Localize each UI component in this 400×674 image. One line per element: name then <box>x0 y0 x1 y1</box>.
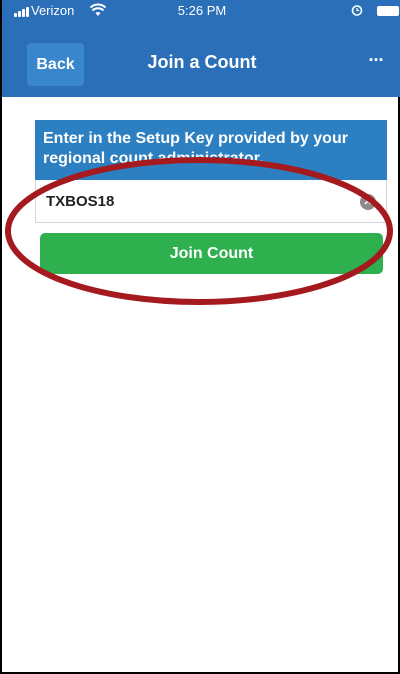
more-options-button[interactable]: ··· <box>360 50 392 74</box>
clear-icon[interactable]: ✕ <box>360 194 376 210</box>
setup-key-value: TXBOS18 <box>46 192 115 210</box>
nav-bar: Back Join a Count ··· <box>2 22 400 97</box>
back-button[interactable]: Back <box>27 43 84 86</box>
status-bar: Verizon 5:26 PM <box>2 0 400 22</box>
alarm-icon <box>351 5 363 16</box>
setup-key-prompt: Enter in the Setup Key provided by your … <box>35 120 387 180</box>
app-screen: Verizon 5:26 PM Back Join a Count ··· En… <box>0 0 400 674</box>
setup-key-input[interactable]: TXBOS18 ✕ <box>35 180 387 223</box>
join-count-button[interactable]: Join Count <box>40 233 383 274</box>
clock: 5:26 PM <box>177 3 227 18</box>
page-title: Join a Count <box>147 52 257 72</box>
battery-icon <box>377 6 399 16</box>
header: Verizon 5:26 PM Back Join a Count ··· <box>2 0 400 97</box>
